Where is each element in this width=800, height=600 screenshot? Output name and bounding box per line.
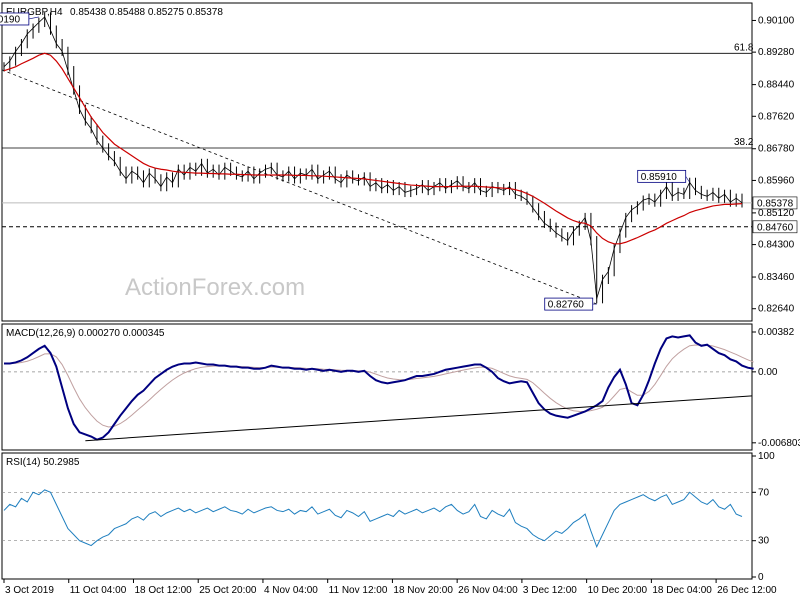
time-tick-label: 3 Oct 2019 bbox=[5, 585, 54, 596]
price-header-ohlc: 0.85438 0.85488 0.85275 0.85378 bbox=[70, 7, 223, 18]
watermark: ActionForex.com bbox=[125, 274, 305, 301]
annotation-label: 0.90190 bbox=[0, 14, 20, 25]
time-tick-label: 25 Oct 20:00 bbox=[199, 585, 257, 596]
time-tick-label: 11 Oct 04:00 bbox=[70, 585, 127, 596]
time-tick-label: 18 Oct 12:00 bbox=[134, 585, 192, 596]
annotation-label: 0.82760 bbox=[548, 300, 585, 311]
time-tick-label: 18 Dec 04:00 bbox=[652, 585, 712, 596]
time-tick-label: 11 Nov 12:00 bbox=[329, 585, 388, 596]
price-tick-label: 0.82640 bbox=[758, 304, 795, 315]
time-tick-label: 4 Nov 04:00 bbox=[264, 585, 318, 596]
forex-chart: ActionForex.com EURGBP,H4 0.85438 0.8548… bbox=[0, 0, 800, 600]
price-tick-label: 0.86780 bbox=[758, 144, 795, 155]
macd-tick-label: 0.00 bbox=[758, 367, 778, 378]
price-tick-label: 0.89280 bbox=[758, 47, 795, 58]
time-tick-label: 10 Dec 20:00 bbox=[588, 585, 648, 596]
price-tick-label: 0.84300 bbox=[758, 240, 795, 251]
time-tick-label: 26 Dec 12:00 bbox=[717, 585, 777, 596]
chart-background bbox=[0, 0, 800, 600]
price-tick-label: 0.90100 bbox=[758, 15, 795, 26]
rsi-header: RSI(14) 50.2985 bbox=[6, 457, 80, 468]
macd-tick-label: 0.00382 bbox=[758, 327, 795, 338]
price-tick-label: 0.83460 bbox=[758, 272, 795, 283]
current-price-label: 0.85378 bbox=[757, 198, 794, 209]
rsi-tick-label: 0 bbox=[758, 572, 764, 583]
price-tick-label: 0.87620 bbox=[758, 111, 795, 122]
rsi-tick-label: 30 bbox=[758, 536, 770, 547]
fib-level-label: 38.2 bbox=[734, 137, 754, 148]
annotation-label: 0.85910 bbox=[641, 172, 678, 183]
rsi-tick-label: 70 bbox=[758, 487, 770, 498]
price-tick-label: 0.85960 bbox=[758, 175, 795, 186]
price-tick-label: 0.88440 bbox=[758, 80, 795, 91]
time-tick-label: 26 Nov 04:00 bbox=[458, 585, 518, 596]
macd-tick-label: -0.006803 bbox=[758, 438, 800, 449]
price-tick-label: 0.85120 bbox=[758, 208, 795, 219]
fib-level-label: 61.8 bbox=[734, 42, 754, 53]
time-tick-label: 18 Nov 20:00 bbox=[393, 585, 453, 596]
rsi-tick-label: 100 bbox=[758, 451, 775, 462]
time-tick-label: 3 Dec 12:00 bbox=[523, 585, 577, 596]
macd-header: MACD(12,26,9) 0.000270 0.000345 bbox=[6, 328, 165, 339]
support-level-label: 0.84760 bbox=[757, 222, 794, 233]
